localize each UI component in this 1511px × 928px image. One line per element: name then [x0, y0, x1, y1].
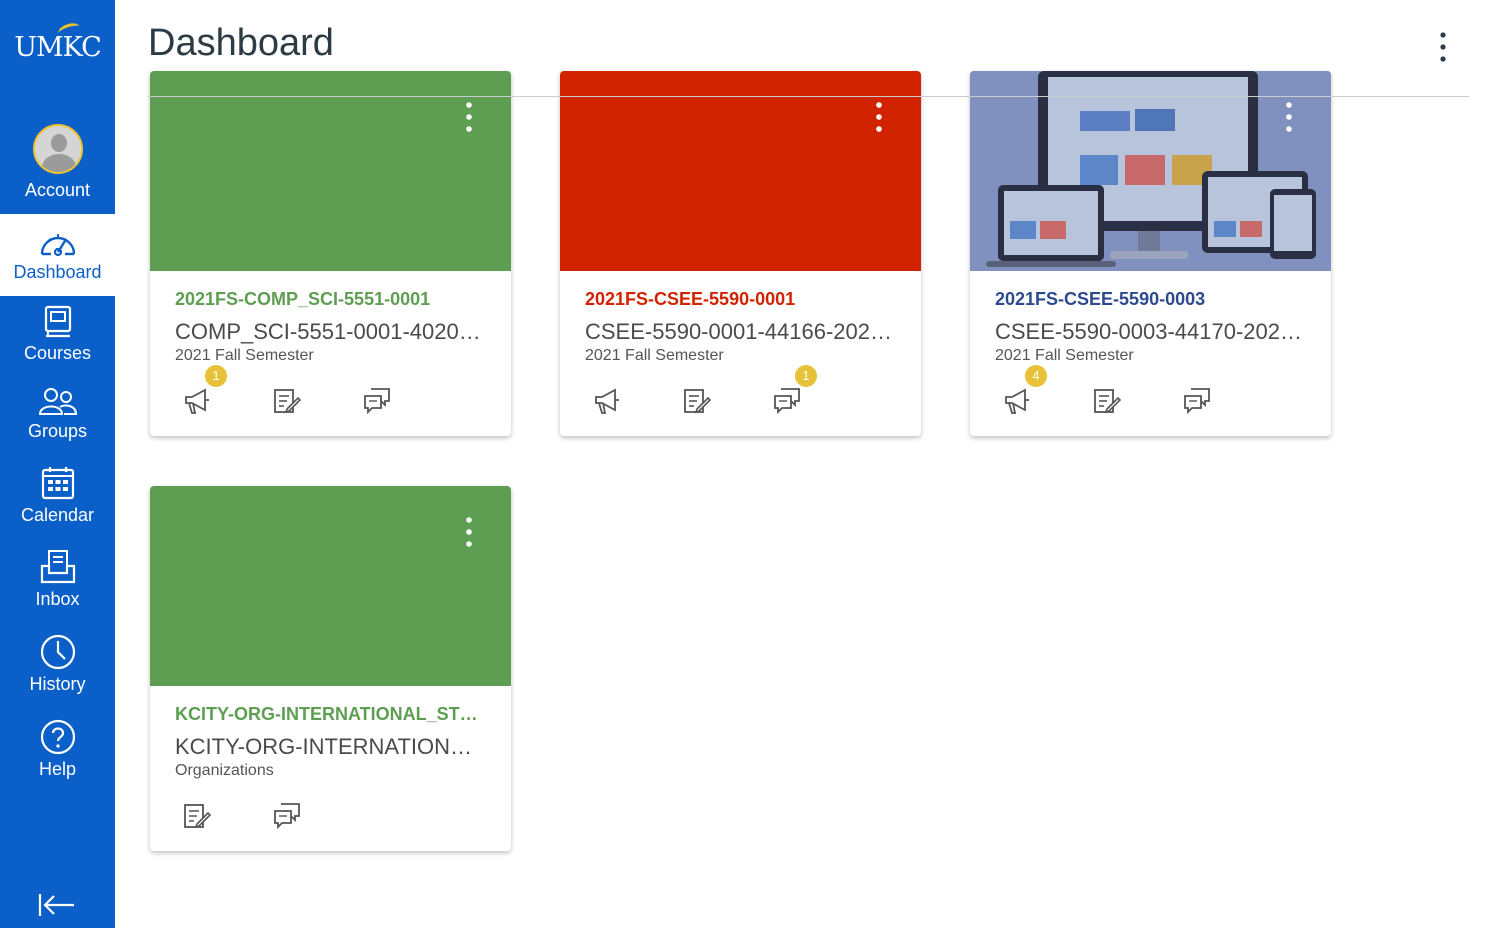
megaphone-icon	[1005, 388, 1029, 414]
discussions-icon	[274, 803, 300, 830]
assignments-icon	[684, 389, 711, 414]
discussions-button[interactable]	[1177, 381, 1217, 417]
discussions-icon	[774, 388, 800, 415]
help-icon	[40, 719, 75, 755]
card-actions: 1	[175, 365, 495, 417]
nav-inbox-label: Inbox	[35, 589, 80, 609]
card-actions: 1	[585, 365, 905, 417]
course-name: CSEE-5590-0001-44166-2021FS	[585, 319, 895, 344]
assignments-icon	[1094, 389, 1121, 414]
course-code[interactable]: KCITY-ORG-INTERNATIONAL_STUDENT_AFFAIRS	[175, 704, 490, 725]
nav-dashboard-label: Dashboard	[13, 262, 102, 282]
course-name: CSEE-5590-0003-44170-2021FS	[995, 319, 1305, 344]
nav-history-label: History	[29, 674, 86, 694]
umkc-logo[interactable]: UMKC	[0, 20, 115, 63]
assignments-button[interactable]	[677, 381, 717, 417]
course-code[interactable]: 2021FS-CSEE-5590-0001	[585, 289, 900, 310]
course-code[interactable]: 2021FS-COMP_SCI-5551-0001	[175, 289, 490, 310]
nav-help-label: Help	[38, 759, 77, 779]
avatar	[32, 124, 83, 174]
announcements-button[interactable]: 4	[997, 365, 1047, 417]
dashboard-icon	[40, 234, 75, 257]
course-card[interactable]: KCITY-ORG-INTERNATIONAL_STUDENT_AFFAIRS …	[150, 486, 511, 851]
discussions-button[interactable]	[267, 796, 307, 832]
course-card[interactable]: 2021FS-COMP_SCI-5551-0001 COMP_SCI-5551-…	[150, 71, 511, 436]
nav-groups-label: Groups	[27, 421, 88, 441]
calendar-icon	[41, 467, 74, 500]
nav-courses[interactable]: Courses	[0, 305, 115, 364]
discussions-button[interactable]: 1	[767, 365, 817, 417]
page-title: Dashboard	[148, 22, 334, 64]
nav-dashboard[interactable]: Dashboard	[0, 214, 115, 296]
nav-help[interactable]: Help	[0, 719, 115, 780]
announcements-button[interactable]: 1	[177, 365, 227, 417]
unread-badge: 4	[1025, 365, 1047, 387]
nav-calendar[interactable]: Calendar	[0, 465, 115, 526]
card-options-icon[interactable]	[1277, 99, 1301, 135]
megaphone-icon	[595, 388, 619, 414]
global-nav: UMKC Account Dashboard Courses Groups Ca…	[0, 0, 115, 928]
unread-badge: 1	[795, 365, 817, 387]
course-name: KCITY-ORG-INTERNATIONAL_STUDENT_AFFAIRS	[175, 734, 485, 759]
history-icon	[40, 634, 75, 670]
assignments-icon	[274, 389, 301, 414]
card-actions	[175, 792, 495, 832]
assignments-button[interactable]	[1087, 381, 1127, 417]
course-term: Organizations	[175, 762, 274, 779]
discussions-icon	[1184, 388, 1210, 415]
groups-icon	[38, 388, 77, 415]
unread-badge: 1	[205, 365, 227, 387]
logo-text: UMKC	[14, 32, 102, 63]
course-term: 2021 Fall Semester	[995, 347, 1134, 364]
course-code[interactable]: 2021FS-CSEE-5590-0003	[995, 289, 1310, 310]
assignments-button[interactable]	[177, 796, 217, 832]
card-options-icon[interactable]	[457, 99, 481, 135]
course-card[interactable]: 2021FS-CSEE-5590-0003 CSEE-5590-0003-441…	[970, 71, 1331, 436]
dashboard-options-icon[interactable]	[1432, 30, 1454, 64]
nav-calendar-label: Calendar	[20, 505, 95, 525]
card-options-icon[interactable]	[457, 514, 481, 550]
discussions-button[interactable]	[357, 381, 397, 417]
course-term: 2021 Fall Semester	[585, 347, 724, 364]
nav-account[interactable]: Account	[0, 124, 115, 201]
course-name: COMP_SCI-5551-0001-40206-2021FS	[175, 319, 485, 344]
card-actions: 4	[995, 365, 1315, 417]
nav-courses-label: Courses	[23, 343, 92, 363]
card-options-icon[interactable]	[867, 99, 891, 135]
assignments-icon	[184, 804, 211, 829]
collapse-nav-icon[interactable]	[36, 890, 78, 920]
announcements-button[interactable]	[587, 381, 627, 417]
inbox-icon	[40, 550, 75, 584]
course-term: 2021 Fall Semester	[175, 347, 314, 364]
discussions-icon	[364, 388, 390, 415]
nav-account-label: Account	[24, 180, 91, 200]
assignments-button[interactable]	[267, 381, 307, 417]
nav-inbox[interactable]: Inbox	[0, 549, 115, 610]
nav-groups[interactable]: Groups	[0, 387, 115, 442]
course-card[interactable]: 2021FS-CSEE-5590-0001 CSEE-5590-0001-441…	[560, 71, 921, 436]
nav-history[interactable]: History	[0, 634, 115, 695]
megaphone-icon	[185, 388, 209, 414]
courses-icon	[44, 305, 71, 338]
header-divider	[148, 96, 1469, 97]
